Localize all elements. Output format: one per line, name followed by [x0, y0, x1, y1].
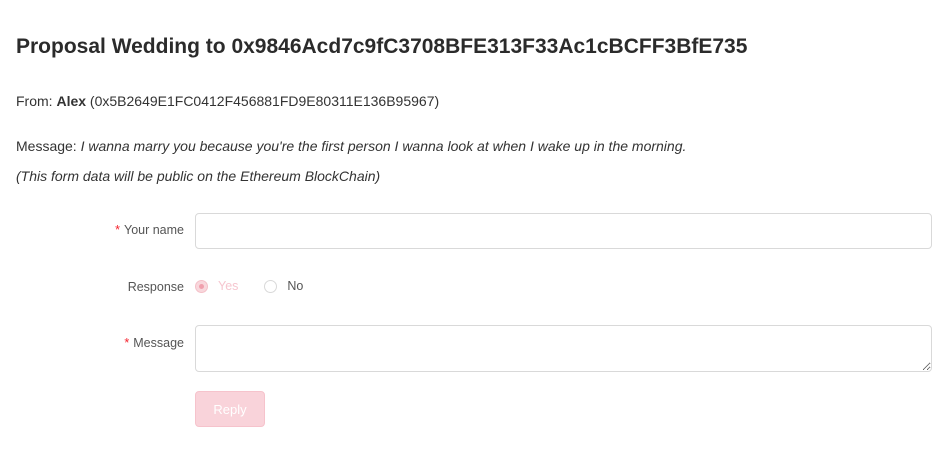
from-line: From: Alex (0x5B2649E1FC0412F456881FD9E8…	[16, 93, 439, 109]
message-row: * Message	[0, 325, 947, 372]
required-mark: *	[115, 223, 120, 237]
message-textarea[interactable]	[195, 325, 932, 372]
message-prefix: Message:	[16, 138, 77, 154]
message-line: Message: I wanna marry you because you'r…	[16, 138, 686, 154]
from-address: (0x5B2649E1FC0412F456881FD9E80311E136B95…	[89, 93, 440, 109]
from-prefix: From:	[16, 93, 53, 109]
radio-unchecked-icon	[264, 279, 278, 293]
page-title: Proposal Wedding to 0x9846Acd7c9fC3708BF…	[16, 35, 748, 58]
name-label-text: Your name	[124, 223, 184, 237]
message-label-text: Message	[133, 336, 184, 350]
radio-checked-icon	[195, 279, 208, 293]
response-label: Response	[127, 280, 184, 294]
response-yes-radio[interactable]: Yes	[195, 279, 238, 293]
required-mark: *	[124, 336, 130, 350]
response-row: Response Yes No	[0, 279, 947, 295]
public-notice: (This form data will be public on the Et…	[16, 168, 381, 184]
response-radio-group: Yes No	[195, 279, 329, 293]
name-label: * Your name	[115, 223, 184, 237]
from-name: Alex	[56, 93, 87, 109]
message-label: * Message	[124, 336, 184, 350]
name-row: * Your name	[0, 213, 947, 249]
response-no-label: No	[287, 279, 304, 293]
message-text: I wanna marry you because you're the fir…	[80, 138, 687, 154]
reply-button[interactable]: Reply	[195, 391, 265, 427]
response-no-radio[interactable]: No	[264, 279, 303, 293]
name-input[interactable]	[195, 213, 932, 249]
proposal-page: Proposal Wedding to 0x9846Acd7c9fC3708BF…	[0, 0, 947, 459]
response-yes-label: Yes	[218, 279, 239, 293]
